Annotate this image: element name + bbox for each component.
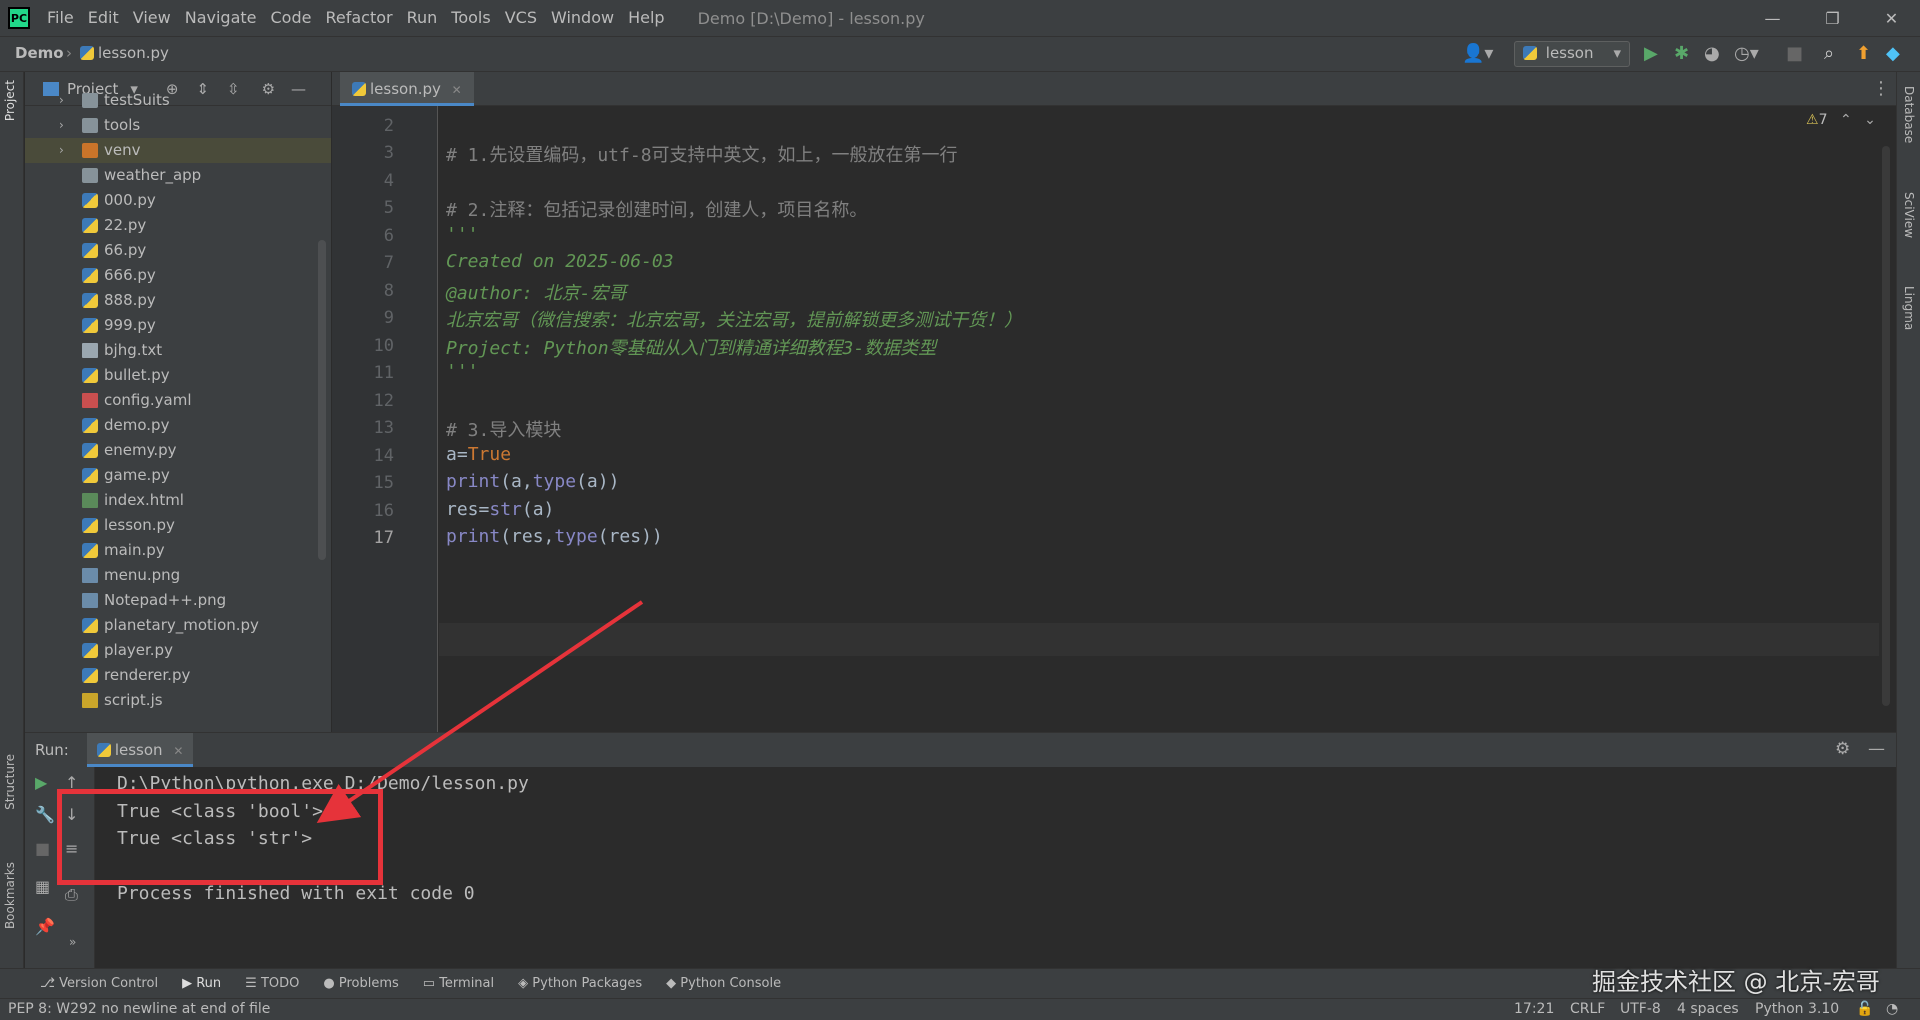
tool-tab-label: Python Console [680,976,782,991]
notifications-icon[interactable]: ◔ [1886,1001,1898,1017]
tool-tab-icon: ● [323,976,339,991]
tool-tab-icon: ☰ [245,976,261,991]
status-bar: PEP 8: W292 no newline at end of file 17… [0,998,1920,1020]
tool-tab-terminal[interactable]: ▭ Terminal [423,976,494,991]
tool-tab-label: Run [196,976,222,991]
caret-position[interactable]: 17:21 [1514,1001,1554,1017]
tool-tab-icon: ▶ [182,976,197,991]
annotation-arrow [316,600,644,823]
status-message: PEP 8: W292 no newline at end of file [8,1001,271,1017]
tool-tab-label: Terminal [439,976,495,991]
tool-tab-python-console[interactable]: ◆ Python Console [666,976,781,991]
python-interpreter[interactable]: Python 3.10 [1755,1001,1839,1017]
tool-tab-label: Version Control [59,976,159,991]
tool-tab-icon: ▭ [422,976,440,991]
tool-tab-python-packages[interactable]: ◈ Python Packages [518,976,642,991]
lock-icon[interactable]: 🔓 [1856,1001,1873,1017]
line-separator[interactable]: CRLF [1570,1001,1605,1017]
tool-tab-icon: ◈ [518,976,533,991]
tool-tab-label: Problems [338,976,399,991]
file-encoding[interactable]: UTF-8 [1620,1001,1661,1017]
tool-tab-icon: ◆ [666,976,681,991]
tool-tab-problems[interactable]: ● Problems [323,976,398,991]
indent-setting[interactable]: 4 spaces [1677,1001,1739,1017]
tool-tab-label: Python Packages [532,976,643,991]
watermark: 掘金技术社区 @ 北京-宏哥 [1592,968,1880,996]
tool-tab-version-control[interactable]: ⎇ Version Control [40,976,158,991]
tool-tab-icon: ⎇ [40,976,60,991]
tool-tab-run[interactable]: ▶ Run [182,976,221,991]
tool-tab-todo[interactable]: ☰ TODO [245,976,299,991]
tool-tab-label: TODO [260,976,300,991]
